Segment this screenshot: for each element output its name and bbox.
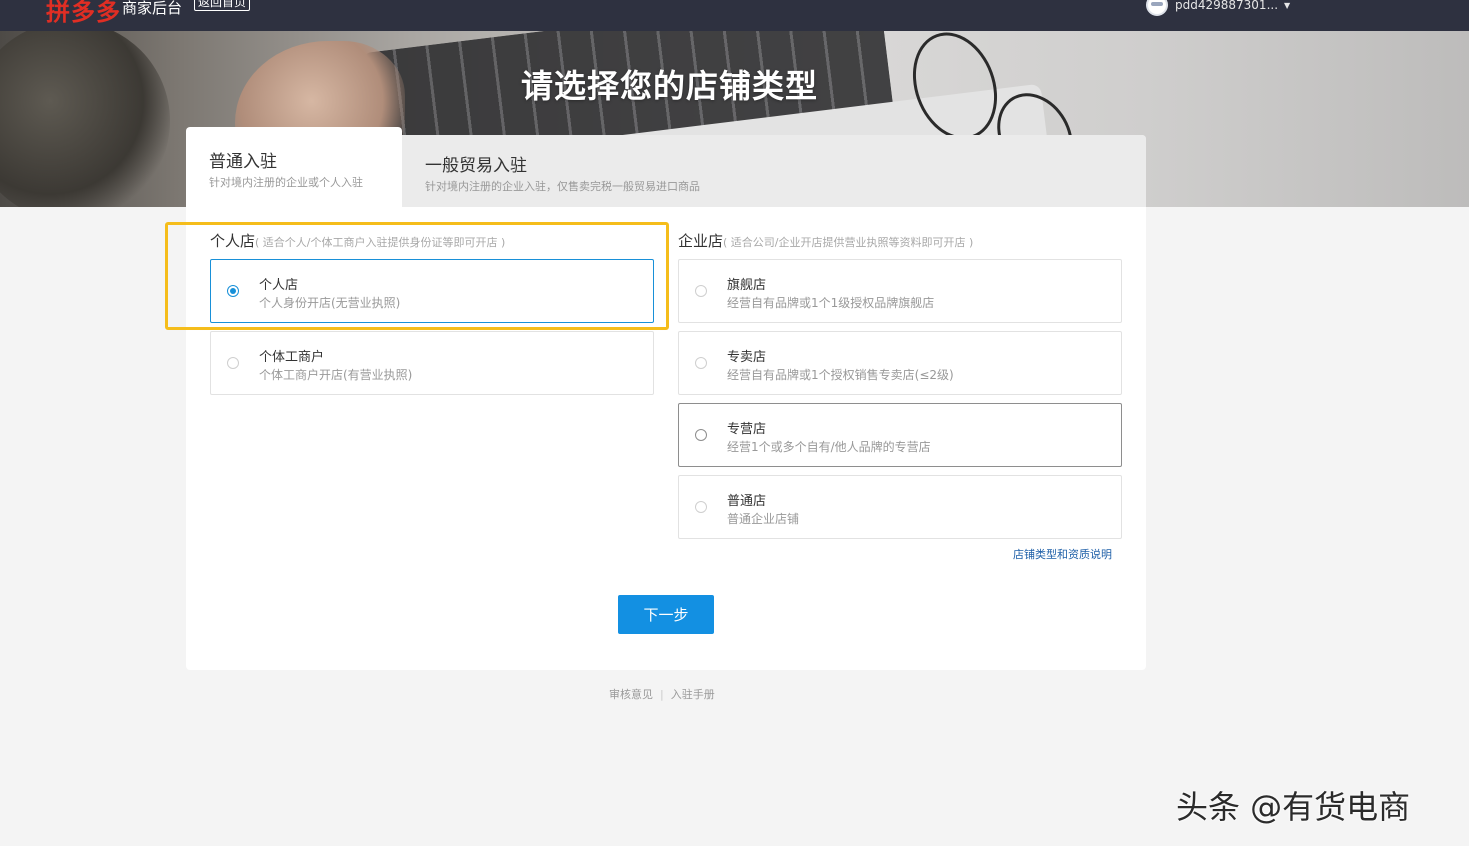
option-title: 专营店 (727, 422, 767, 437)
merchant-backend-label: 商家后台 (122, 0, 183, 17)
option-flagship-store[interactable]: 旗舰店 经营自有品牌或1个1级授权品牌旗舰店 (678, 259, 1122, 323)
radio-icon[interactable] (695, 285, 707, 297)
radio-icon[interactable] (695, 357, 707, 369)
banner-plant-image (0, 31, 170, 207)
enterprise-store-heading: 企业店( 适合公司/企业开店提供营业执照等资料即可开店 ) (678, 230, 973, 251)
page-title: 请选择您的店铺类型 (521, 67, 819, 105)
option-ordinary-store[interactable]: 普通店 普通企业店铺 (678, 475, 1122, 539)
tab-normal-entry-desc: 针对境内注册的企业或个人入驻 (209, 176, 363, 189)
radio-icon[interactable] (695, 501, 707, 513)
option-title: 个体工商户 (259, 350, 325, 365)
pinduoduo-logo[interactable]: 拼多多 (46, 0, 121, 27)
user-menu[interactable]: pdd429887301... ▼ (1146, 0, 1290, 16)
highlight-box (165, 222, 669, 330)
entry-manual-link[interactable]: 入驻手册 (671, 688, 715, 701)
footer-divider: | (660, 688, 664, 701)
option-title: 专卖店 (727, 350, 767, 365)
option-desc: 经营自有品牌或1个1级授权品牌旗舰店 (727, 296, 935, 310)
tab-general-trade-desc: 针对境内注册的企业入驻，仅售卖完税一般贸易进口商品 (425, 180, 700, 193)
enterprise-store-title: 企业店 (678, 232, 724, 250)
tab-normal-entry-title[interactable]: 普通入驻 (209, 147, 277, 172)
tab-general-trade-title[interactable]: 一般贸易入驻 (425, 151, 527, 176)
review-feedback-link[interactable]: 审核意见 (609, 688, 653, 701)
option-title: 普通店 (727, 494, 767, 509)
option-individual-business[interactable]: 个体工商户 个体工商户开店(有营业执照) (210, 331, 654, 395)
user-name: pdd429887301... (1175, 0, 1279, 12)
watermark: 头条 @有货电商 (1176, 788, 1411, 826)
avatar (1146, 0, 1168, 16)
chevron-down-icon: ▼ (1284, 0, 1291, 10)
enterprise-store-hint: ( 适合公司/企业开店提供营业执照等资料即可开店 ) (723, 236, 974, 249)
option-specialty-store[interactable]: 专营店 经营1个或多个自有/他人品牌的专营店 (678, 403, 1122, 467)
radio-icon[interactable] (227, 357, 239, 369)
back-home-button[interactable]: 返回首页 (194, 0, 251, 11)
option-desc: 经营1个或多个自有/他人品牌的专营店 (727, 440, 931, 454)
option-title: 旗舰店 (727, 278, 767, 293)
option-desc: 普通企业店铺 (727, 512, 800, 526)
option-desc: 个体工商户开店(有营业执照) (259, 368, 413, 382)
top-nav-bar: 拼多多 商家后台 返回首页 pdd429887301... ▼ (0, 0, 1469, 31)
option-franchise-store[interactable]: 专卖店 经营自有品牌或1个授权销售专卖店(≤2级) (678, 331, 1122, 395)
radio-icon[interactable] (695, 429, 707, 441)
next-step-button[interactable]: 下一步 (618, 595, 714, 634)
footer-links: 审核意见 | 入驻手册 (609, 686, 715, 702)
option-desc: 经营自有品牌或1个授权销售专卖店(≤2级) (727, 368, 954, 382)
store-type-qualification-link[interactable]: 店铺类型和资质说明 (1013, 546, 1112, 562)
